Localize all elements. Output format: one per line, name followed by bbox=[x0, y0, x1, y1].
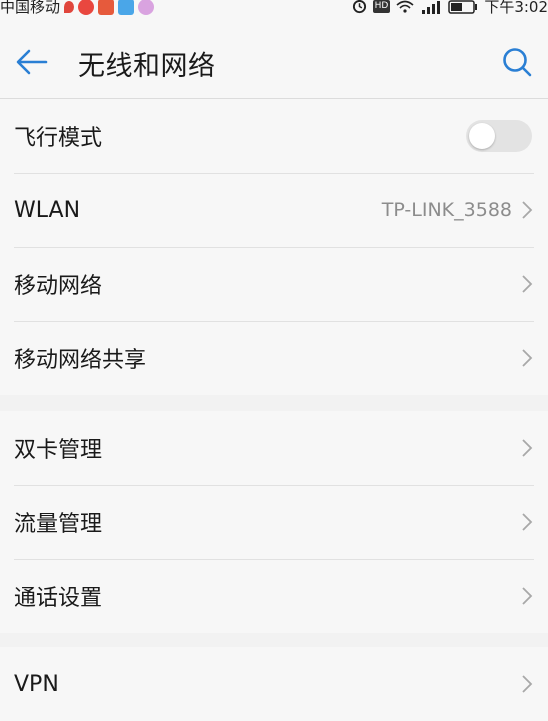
settings-group-sim: 双卡管理 流量管理 通话设置 bbox=[0, 411, 548, 633]
chevron-right-icon bbox=[522, 439, 533, 457]
list-item-mobile-network[interactable]: 移动网络 bbox=[0, 247, 548, 321]
toggle-knob bbox=[469, 123, 495, 149]
app-bar: 无线和网络 bbox=[0, 18, 548, 99]
settings-group-vpn: VPN bbox=[0, 647, 548, 721]
qq-app-icon bbox=[118, 0, 135, 15]
page-title: 无线和网络 bbox=[78, 51, 216, 82]
chevron-right-icon bbox=[522, 675, 533, 693]
wifi-icon bbox=[396, 0, 414, 13]
list-item-data-usage[interactable]: 流量管理 bbox=[0, 485, 548, 559]
chevron-right-icon bbox=[522, 201, 533, 219]
location-pin-icon bbox=[64, 0, 75, 13]
back-arrow-icon[interactable] bbox=[12, 42, 52, 82]
list-item-wlan[interactable]: WLAN TP-LINK_3588 bbox=[0, 173, 548, 247]
battery-icon bbox=[448, 0, 478, 14]
back-button[interactable] bbox=[12, 42, 52, 82]
list-item-label: 流量管理 bbox=[14, 512, 103, 537]
candy-app-icon bbox=[138, 0, 155, 15]
search-icon[interactable] bbox=[498, 42, 538, 82]
list-item-label: VPN bbox=[14, 671, 59, 697]
status-bar-left: 中国移动 bbox=[0, 0, 155, 17]
list-item-label: 移动网络共享 bbox=[14, 348, 147, 373]
list-item-label: 通话设置 bbox=[14, 586, 103, 611]
search-button[interactable] bbox=[498, 42, 538, 82]
list-item-tethering[interactable]: 移动网络共享 bbox=[0, 321, 548, 395]
list-item-label: 飞行模式 bbox=[14, 126, 103, 151]
carrier-name: 中国移动 bbox=[0, 0, 61, 16]
list-item-vpn[interactable]: VPN bbox=[0, 647, 548, 721]
signal-strength-icon bbox=[422, 0, 441, 14]
status-time: 下午3:02 bbox=[484, 0, 548, 16]
hd-badge: HD bbox=[372, 0, 391, 13]
chevron-right-icon bbox=[522, 513, 533, 531]
status-bar: 中国移动 HD 下午3:02 bbox=[0, 0, 548, 18]
news-app-icon bbox=[98, 0, 115, 15]
list-item-label: 移动网络 bbox=[14, 274, 103, 299]
list-item-dual-sim[interactable]: 双卡管理 bbox=[0, 411, 548, 485]
weibo-app-icon bbox=[78, 0, 95, 15]
settings-group-network: 飞行模式 WLAN TP-LINK_3588 移动网络 移动网络共享 bbox=[0, 99, 548, 395]
wlan-network-name: TP-LINK_3588 bbox=[381, 199, 512, 221]
list-item-label: 双卡管理 bbox=[14, 438, 103, 463]
list-item-airplane-mode[interactable]: 飞行模式 bbox=[0, 99, 548, 173]
alarm-clock-icon bbox=[352, 0, 366, 14]
status-bar-right: HD 下午3:02 bbox=[352, 0, 548, 17]
list-item-call-settings[interactable]: 通话设置 bbox=[0, 559, 548, 633]
airplane-mode-toggle[interactable] bbox=[466, 120, 532, 152]
list-item-label: WLAN bbox=[14, 197, 81, 223]
chevron-right-icon bbox=[522, 275, 533, 293]
chevron-right-icon bbox=[522, 587, 533, 605]
chevron-right-icon bbox=[522, 349, 533, 367]
